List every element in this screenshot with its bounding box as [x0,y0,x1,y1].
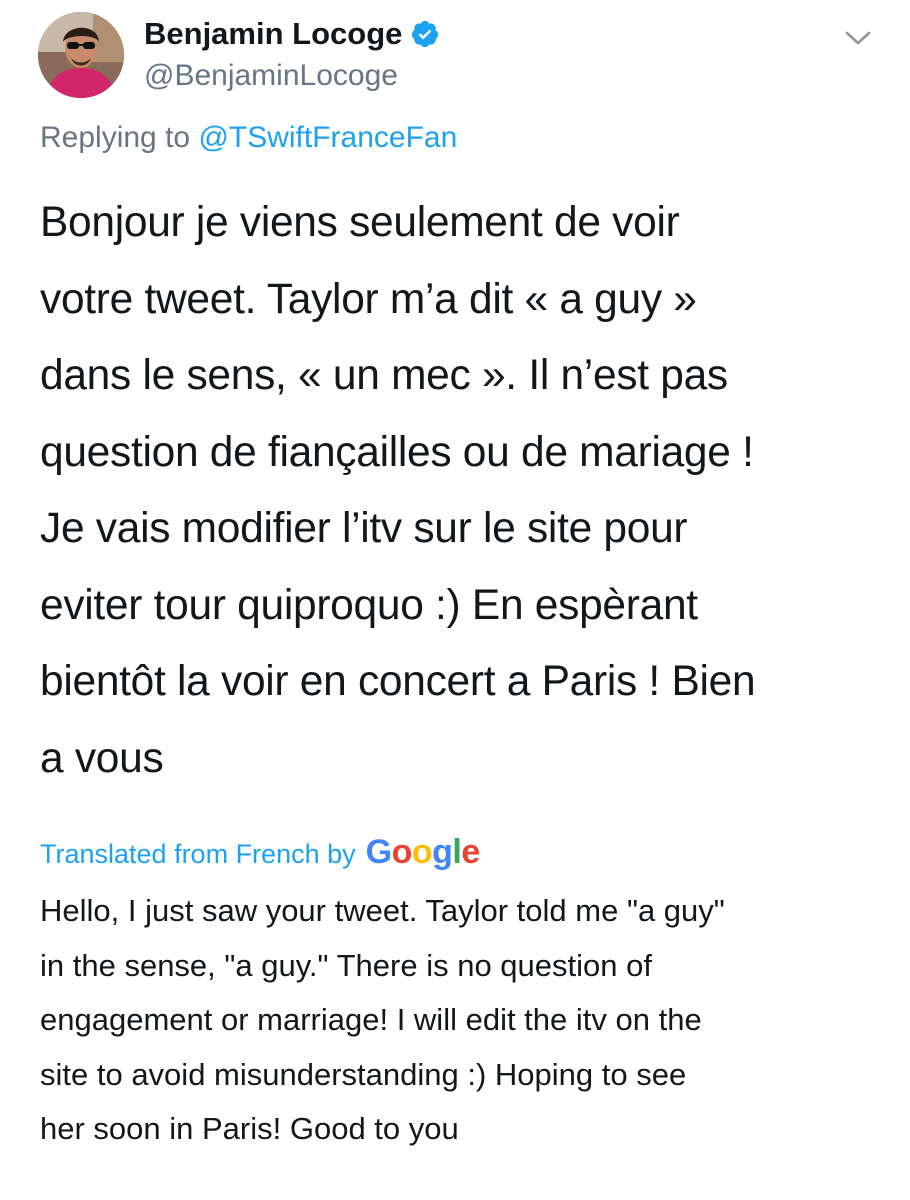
tweet-text-line: Je vais modifier l’itv sur le site pour [40,505,688,552]
reply-mention-link[interactable]: @TSwiftFranceFan [198,121,457,154]
translated-by-row[interactable]: Translated from French by Google [40,832,480,874]
translation-text: Hello, I just saw your tweet. Taylor tol… [40,884,880,1157]
tweet-text-line: a vous [40,734,164,782]
tweet-card: Benjamin Locoge @BenjaminLocoge Replying… [0,0,910,1200]
verified-badge-icon [410,19,440,49]
translation-text-line: engagement or marriage! I will edit the … [40,1002,702,1037]
tweet-text-line: question de fiançailles ou de mariage ! [40,428,754,476]
translated-from-label[interactable]: Translated from French by [40,834,356,874]
google-logo-letter: o [411,833,433,871]
tweet-text: Bonjour je viens seulement de voir votre… [40,185,880,797]
tweet-text-line: Bonjour je viens seulement de voir [40,199,680,246]
author-name-row: Benjamin Locoge [144,14,440,54]
author-display-name[interactable]: Benjamin Locoge [144,14,402,54]
tweet-text-line: votre tweet. Taylor m’a dit « a guy » [40,275,697,323]
google-logo-text: Google [365,833,481,871]
google-logo-letter: G [365,833,392,871]
tweet-text-line: bientôt la voir en concert a Paris ! Bie… [40,658,756,705]
tweet-text-line: eviter tour quiproquo :) En espèrant [40,581,698,629]
google-logo-letter: g [432,833,453,871]
translation-text-line: in the sense, "a guy." There is no quest… [40,947,652,983]
translation-text-line: site to avoid misunderstanding :) Hoping… [40,1056,687,1092]
avatar[interactable] [38,12,124,98]
tweet-text-line: dans le sens, « un mec ». Il n’est pas [40,352,728,399]
google-logo: Google [365,832,481,872]
replying-to-line: Replying to @TSwiftFranceFan [40,119,457,157]
avatar-photo [38,12,124,98]
chevron-down-icon[interactable] [842,24,874,52]
translation-text-line: Hello, I just saw your tweet. Taylor tol… [40,893,725,928]
translation-text-line: her soon in Paris! Good to you [40,1111,459,1146]
replying-to-label: Replying to [40,121,199,154]
google-logo-letter: e [461,833,480,871]
google-logo-letter: o [391,833,413,871]
author-handle[interactable]: @BenjaminLocoge [144,58,398,94]
